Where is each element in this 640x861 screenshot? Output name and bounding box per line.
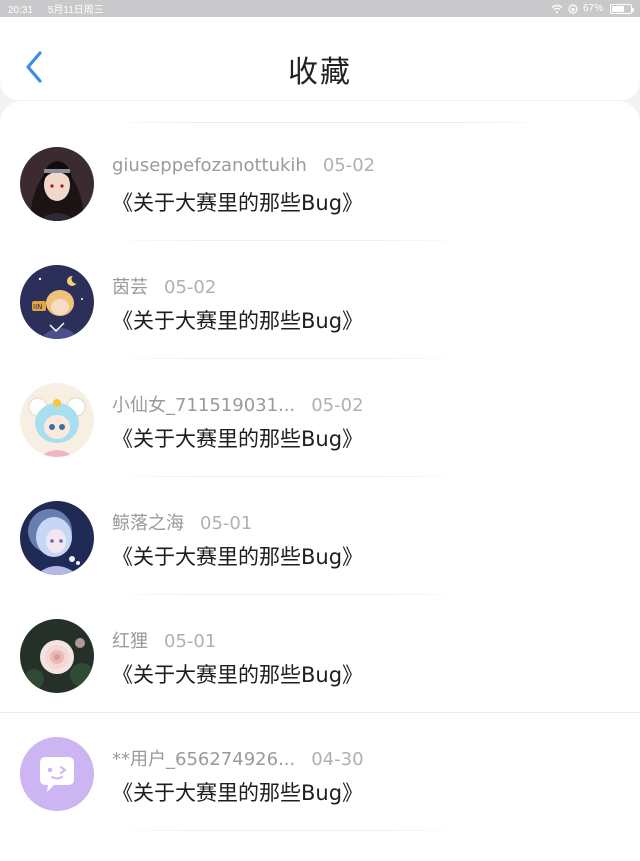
svg-text:IIN: IIN (33, 303, 42, 311)
item-title[interactable]: 《关于大赛里的那些Bug》 (112, 187, 363, 217)
list-item[interactable]: giuseppefozanottukih 05-02 《关于大赛里的那些Bug》 (0, 123, 640, 241)
list-item[interactable]: 红狸 05-01 《关于大赛里的那些Bug》 (0, 595, 640, 713)
item-title[interactable]: 《关于大赛里的那些Bug》 (112, 423, 363, 453)
status-date: 5月11日周三 (47, 5, 104, 16)
battery-icon (610, 3, 634, 14)
status-time: 20:31 (8, 5, 34, 16)
orientation-lock-icon (568, 3, 578, 14)
page-title: 收藏 (288, 55, 352, 90)
item-meta: giuseppefozanottukih 05-02 (112, 155, 375, 176)
status-left: 20:31 5月11日周三 (8, 1, 116, 16)
item-date: 05-01 (200, 513, 253, 534)
item-date: 05-02 (322, 155, 376, 176)
username[interactable]: giuseppefozanottukih (112, 155, 307, 176)
item-date: 05-02 (311, 395, 364, 416)
avatar[interactable] (20, 147, 94, 221)
item-title[interactable]: 《关于大赛里的那些Bug》 (112, 777, 363, 807)
item-meta: 茵芸 05-02 (112, 273, 216, 299)
battery-fill (612, 5, 624, 12)
avatar[interactable] (20, 501, 94, 575)
item-meta: **用户_656274926... 04-30 (112, 745, 364, 771)
wifi-icon (551, 4, 563, 13)
item-title[interactable]: 《关于大赛里的那些Bug》 (112, 541, 363, 571)
status-right: 67% (551, 3, 634, 14)
item-date: 04-30 (311, 749, 364, 770)
status-bar: 20:31 5月11日周三 67% (0, 0, 640, 17)
list-item[interactable]: 鲸落之海 05-01 《关于大赛里的那些Bug》 (0, 477, 640, 595)
username[interactable]: 茵芸 (112, 277, 148, 298)
avatar[interactable] (20, 737, 94, 811)
item-date: 05-02 (164, 277, 217, 298)
item-meta: 鲸落之海 05-01 (112, 509, 252, 535)
avatar[interactable] (20, 619, 94, 693)
header: 收藏 (0, 17, 640, 100)
list-item[interactable]: **用户_656274926... 04-30 《关于大赛里的那些Bug》 (0, 713, 640, 831)
username[interactable]: **用户_656274926... (112, 749, 295, 770)
item-meta: 红狸 05-01 (112, 627, 216, 653)
favorites-list: giuseppefozanottukih 05-02 《关于大赛里的那些Bug》 I… (0, 101, 640, 861)
item-meta: 小仙女_711519031... 05-02 (112, 391, 364, 417)
list-item[interactable]: 小仙女_711519031... 05-02 《关于大赛里的那些Bug》 (0, 359, 640, 477)
avatar[interactable]: IIN (20, 265, 94, 339)
item-title[interactable]: 《关于大赛里的那些Bug》 (112, 659, 363, 689)
item-date: 05-01 (164, 631, 217, 652)
username[interactable]: 鲸落之海 (112, 513, 184, 534)
list-item[interactable]: IIN 茵芸 05-02 《关于大赛里的那些Bug》 (0, 241, 640, 359)
divider (108, 830, 468, 831)
username[interactable]: 小仙女_711519031... (112, 395, 295, 416)
avatar[interactable] (20, 383, 94, 457)
username[interactable]: 红狸 (112, 631, 148, 652)
item-title[interactable]: 《关于大赛里的那些Bug》 (112, 305, 363, 335)
battery-percent: 67% (582, 3, 603, 14)
